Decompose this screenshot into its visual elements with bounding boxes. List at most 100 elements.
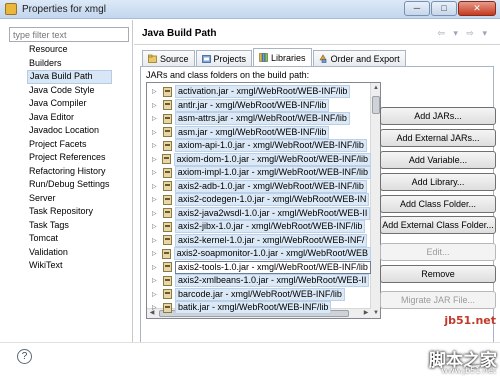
tab-order-export-label: Order and Export xyxy=(330,53,400,64)
tab-projects[interactable]: Projects xyxy=(195,50,253,66)
jar-label: activation.jar - xmgl/WebRoot/WEB-INF/li… xyxy=(175,85,351,99)
jar-list-item[interactable]: ▷ asm.jar - xmgl/WebRoot/WEB-INF/lib xyxy=(147,125,371,140)
sidebar-item-run-debug-settings[interactable]: Run/Debug Settings xyxy=(27,178,112,192)
sidebar-item-java-code-style[interactable]: Java Code Style xyxy=(27,84,112,98)
jar-list-item[interactable]: ▷ barcode.jar - xmgl/WebRoot/WEB-INF/lib xyxy=(147,287,371,302)
jar-label: asm.jar - xmgl/WebRoot/WEB-INF/lib xyxy=(175,125,330,139)
jar-list-item[interactable]: ▷ axis2-soapmonitor-1.0.jar - xmgl/WebRoo… xyxy=(147,247,371,261)
expand-arrow-icon[interactable]: ▷ xyxy=(152,196,161,203)
sidebar-item-java-compiler[interactable]: Java Compiler xyxy=(27,97,112,111)
sidebar-item-builders[interactable]: Builders xyxy=(27,57,112,71)
add-external-jars-button[interactable]: Add External JARs... xyxy=(380,129,496,147)
sidebar-item-java-build-path[interactable]: Java Build Path xyxy=(27,70,112,84)
jar-list-item[interactable]: ▷ axis2-kernel-1.0.jar - xmgl/WebRoot/WEB… xyxy=(147,233,371,248)
tab-bar: Source Projects Libraries Order and Expo… xyxy=(142,48,407,66)
expand-arrow-icon[interactable]: ▷ xyxy=(152,115,161,122)
jar-list-item[interactable]: ▷ axis2-xmlbeans-1.0.jar - xmgl/WebRoot/W… xyxy=(147,274,371,288)
tab-order-export[interactable]: Order and Export xyxy=(312,50,406,66)
expand-arrow-icon[interactable]: ▷ xyxy=(152,88,161,95)
sidebar-item-project-references[interactable]: Project References xyxy=(27,151,112,165)
title-bar: Properties for xmgl ─ □ ✕ xyxy=(0,0,500,19)
properties-icon xyxy=(5,3,17,15)
maximize-button[interactable]: □ xyxy=(431,1,457,16)
jar-list-item[interactable]: ▷ axis2-codegen-1.0.jar - xmgl/WebRoot/WE… xyxy=(147,193,371,207)
jar-label: antlr.jar - xmgl/WebRoot/WEB-INF/lib xyxy=(175,98,330,112)
history-nav-arrows[interactable]: ⇦ ▾ ⇨ ▾ xyxy=(437,28,490,39)
list-caption: JARs and class folders on the build path… xyxy=(146,70,310,80)
expand-arrow-icon[interactable]: ▷ xyxy=(152,250,160,257)
expand-arrow-icon[interactable]: ▷ xyxy=(152,169,161,176)
expand-arrow-icon[interactable]: ▷ xyxy=(152,277,161,284)
sidebar-item-task-tags[interactable]: Task Tags xyxy=(27,219,112,233)
jar-file-icon xyxy=(162,167,172,178)
jar-label: axis2-kernel-1.0.jar - xmgl/WebRoot/WEB-… xyxy=(175,233,368,247)
expand-arrow-icon[interactable]: ▷ xyxy=(152,142,161,149)
jar-list-item[interactable]: ▷ axis2-jibx-1.0.jar - xmgl/WebRoot/WEB-I… xyxy=(147,220,371,234)
page-title: Java Build Path xyxy=(142,28,217,39)
sidebar-item-task-repository[interactable]: Task Repository xyxy=(27,205,112,219)
minimize-button[interactable]: ─ xyxy=(404,1,430,16)
jar-list-item[interactable]: ▷ axis2-java2wsdl-1.0.jar - xmgl/WebRoot/… xyxy=(147,206,371,221)
scroll-down-arrow-icon[interactable]: ▼ xyxy=(371,308,380,318)
sidebar-item-resource[interactable]: Resource xyxy=(27,43,112,57)
edit-button[interactable]: Edit... xyxy=(380,243,496,261)
sidebar-item-javadoc-location[interactable]: Javadoc Location xyxy=(27,124,112,138)
jar-list[interactable]: ▲ ▼ ◀ ▶ ▷ activation.jar - xmgl/WebRoot/W… xyxy=(146,82,381,319)
tab-source-label: Source xyxy=(160,53,189,64)
remove-button[interactable]: Remove xyxy=(380,265,496,283)
expand-arrow-icon[interactable]: ▷ xyxy=(152,291,161,298)
add-library-button[interactable]: Add Library... xyxy=(380,173,496,191)
expand-arrow-icon[interactable]: ▷ xyxy=(152,129,161,136)
add-external-class-folder-button[interactable]: Add External Class Folder... xyxy=(380,216,496,234)
jar-file-icon xyxy=(163,221,172,232)
jar-label: axiom-dom-1.0.jar - xmgl/WebRoot/WEB-INF… xyxy=(173,152,371,166)
jar-file-icon xyxy=(163,86,172,97)
jar-label: axis2-tools-1.0.jar - xmgl/WebRoot/WEB-I… xyxy=(175,260,371,274)
jar-list-item[interactable]: ▷ axiom-dom-1.0.jar - xmgl/WebRoot/WEB-IN… xyxy=(147,152,371,167)
jar-file-icon xyxy=(163,208,172,219)
expand-arrow-icon[interactable]: ▷ xyxy=(152,210,161,217)
jar-label: batik.jar - xmgl/WebRoot/WEB-INF/lib xyxy=(175,301,332,315)
filter-input[interactable] xyxy=(9,27,129,42)
add-jars-button[interactable]: Add JARs... xyxy=(380,107,496,125)
close-button[interactable]: ✕ xyxy=(458,1,496,16)
jar-label: axis2-java2wsdl-1.0.jar - xmgl/WebRoot/W… xyxy=(175,206,371,220)
jar-list-item[interactable]: ▷ axis2-adb-1.0.jar - xmgl/WebRoot/WEB-IN… xyxy=(147,179,371,194)
sidebar-item-server[interactable]: Server xyxy=(27,192,112,206)
vertical-scrollbar[interactable]: ▲ ▼ xyxy=(370,83,380,318)
sidebar-item-project-facets[interactable]: Project Facets xyxy=(27,138,112,152)
jar-file-icon xyxy=(163,235,172,246)
sidebar-item-tomcat[interactable]: Tomcat xyxy=(27,232,112,246)
jar-list-item[interactable]: ▷ activation.jar - xmgl/WebRoot/WEB-INF/l… xyxy=(147,85,371,99)
jar-list-item[interactable]: ▷ antlr.jar - xmgl/WebRoot/WEB-INF/lib xyxy=(147,98,371,113)
jar-list-item[interactable]: ▷ batik.jar - xmgl/WebRoot/WEB-INF/lib xyxy=(147,301,371,315)
main-panel: Java Build Path ⇦ ▾ ⇨ ▾ Source Projects … xyxy=(134,20,500,342)
vertical-scroll-thumb[interactable] xyxy=(372,96,380,114)
jar-list-item[interactable]: ▷ axiom-impl-1.0.jar - xmgl/WebRoot/WEB-I… xyxy=(147,166,371,180)
expand-arrow-icon[interactable]: ▷ xyxy=(152,304,161,311)
expand-arrow-icon[interactable]: ▷ xyxy=(152,237,161,244)
expand-arrow-icon[interactable]: ▷ xyxy=(152,156,160,163)
jar-list-item[interactable]: ▷ asm-attrs.jar - xmgl/WebRoot/WEB-INF/li… xyxy=(147,112,371,126)
sidebar-item-wikitext[interactable]: WikiText xyxy=(27,259,112,273)
expand-arrow-icon[interactable]: ▷ xyxy=(152,223,161,230)
tab-source[interactable]: Source xyxy=(142,50,195,66)
expand-arrow-icon[interactable]: ▷ xyxy=(152,264,161,271)
jar-list-item[interactable]: ▷ axis2-tools-1.0.jar - xmgl/WebRoot/WEB-… xyxy=(147,260,371,275)
jar-label: axis2-adb-1.0.jar - xmgl/WebRoot/WEB-INF… xyxy=(175,179,367,193)
sidebar-item-validation[interactable]: Validation xyxy=(27,246,112,260)
jar-label: axiom-impl-1.0.jar - xmgl/WebRoot/WEB-IN… xyxy=(174,166,371,180)
tab-libraries[interactable]: Libraries xyxy=(253,48,312,66)
help-icon[interactable]: ? xyxy=(17,349,32,364)
migrate-jar-file-button[interactable]: Migrate JAR File... xyxy=(380,291,496,309)
jar-label: axiom-api-1.0.jar - xmgl/WebRoot/WEB-INF… xyxy=(175,139,367,153)
sidebar-item-java-editor[interactable]: Java Editor xyxy=(27,111,112,125)
expand-arrow-icon[interactable]: ▷ xyxy=(152,183,161,190)
add-variable-button[interactable]: Add Variable... xyxy=(380,151,496,169)
scroll-up-arrow-icon[interactable]: ▲ xyxy=(371,83,380,93)
dialog-footer: ? xyxy=(0,342,500,379)
jar-list-item[interactable]: ▷ axiom-api-1.0.jar - xmgl/WebRoot/WEB-IN… xyxy=(147,139,371,153)
sidebar-item-refactoring-history[interactable]: Refactoring History xyxy=(27,165,112,179)
add-class-folder-button[interactable]: Add Class Folder... xyxy=(380,195,496,213)
expand-arrow-icon[interactable]: ▷ xyxy=(152,102,161,109)
